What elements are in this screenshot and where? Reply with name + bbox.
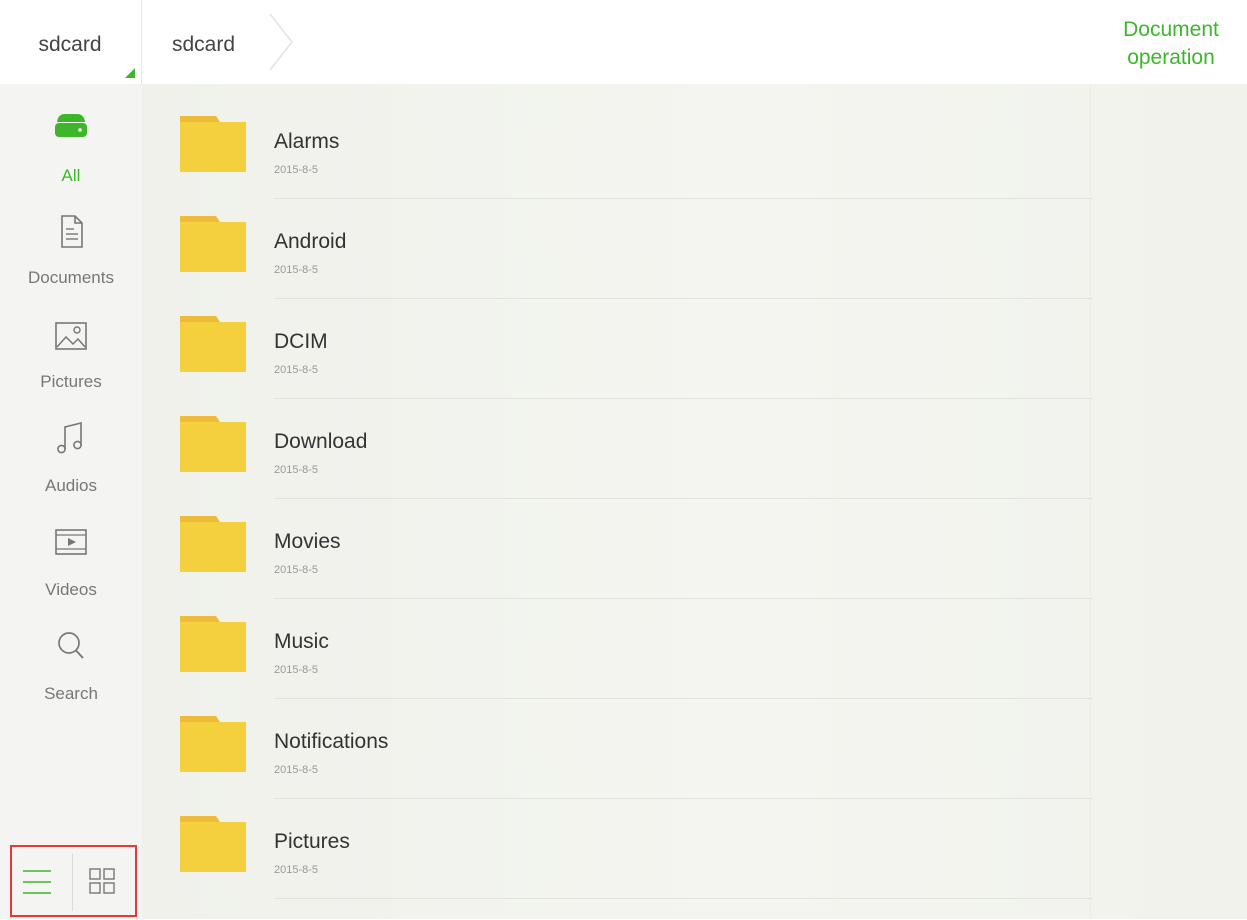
file-name: Movies [274,530,341,553]
sidebar-item-label: Search [44,684,98,703]
file-date: 2015-8-5 [274,264,319,276]
sidebar-item-documents[interactable]: Documents [0,212,142,316]
sidebar-item-label: Pictures [40,372,102,391]
list-item[interactable]: DCIM 2015-8-5 [142,284,1247,399]
list-item[interactable]: Music 2015-8-5 [142,584,1247,699]
file-name: Pictures [274,830,350,853]
folder-icon [180,216,246,272]
file-date: 2015-8-5 [274,164,319,176]
sidebar-item-search[interactable]: Search [0,626,142,730]
document-icon [61,215,83,248]
sidebar-item-all[interactable]: All [0,108,142,212]
sidebar-item-videos[interactable]: Videos [0,522,142,626]
folder-icon [180,116,246,172]
file-date: 2015-8-5 [274,564,319,576]
file-date: 2015-8-5 [274,664,319,676]
folder-icon [180,516,246,572]
music-note-icon [57,421,82,454]
video-icon [55,529,87,555]
file-name: DCIM [274,330,328,353]
folder-icon [180,716,246,772]
folder-icon [180,816,246,872]
folder-icon [180,316,246,372]
file-name: Alarms [274,130,340,153]
file-date: 2015-8-5 [274,364,319,376]
storage-label: sdcard [38,33,102,56]
file-name: Music [274,630,329,653]
grid-view-button[interactable] [73,847,133,915]
drive-icon [55,114,87,137]
breadcrumb-item-sdcard[interactable]: sdcard [142,0,293,84]
file-name: Download [274,430,368,453]
storage-selector[interactable]: sdcard [0,0,142,84]
list-item[interactable]: Android 2015-8-5 [142,184,1247,299]
picture-icon [55,322,87,350]
file-list: Alarms 2015-8-5 Android 2015-8-5 DCIM 20… [142,84,1247,919]
dropdown-corner-icon [125,68,135,78]
file-name: Notifications [274,730,389,753]
folder-icon [180,416,246,472]
file-name: Android [274,230,347,253]
document-operation-button[interactable]: Document operation [1095,0,1247,84]
row-divider [274,898,1092,899]
list-item[interactable]: Notifications 2015-8-5 [142,684,1247,799]
list-view-icon [23,870,51,894]
document-operation-line1: Document [1123,18,1219,41]
list-item[interactable]: Download 2015-8-5 [142,384,1247,499]
sidebar-item-audios[interactable]: Audios [0,418,142,522]
list-item[interactable]: Movies 2015-8-5 [142,484,1247,599]
file-date: 2015-8-5 [274,864,319,876]
sidebar: All Documents Pictures Audios Videos Sea… [0,84,142,919]
sidebar-item-label: Documents [28,268,114,287]
folder-icon [180,616,246,672]
top-bar: sdcard sdcard Document operation [0,0,1247,84]
breadcrumb-label: sdcard [172,33,236,56]
sidebar-item-label: All [61,166,81,185]
list-item[interactable]: Pictures 2015-8-5 [142,784,1247,899]
list-view-button[interactable] [12,847,72,915]
search-icon [58,632,84,659]
file-date: 2015-8-5 [274,464,319,476]
file-date: 2015-8-5 [274,764,319,776]
sidebar-item-label: Audios [45,476,97,495]
document-operation-line2: operation [1127,46,1215,69]
sidebar-item-pictures[interactable]: Pictures [0,316,142,420]
list-item[interactable]: Alarms 2015-8-5 [142,84,1247,199]
sidebar-item-label: Videos [45,580,97,599]
view-toggle [10,845,137,917]
grid-view-icon [89,868,115,894]
